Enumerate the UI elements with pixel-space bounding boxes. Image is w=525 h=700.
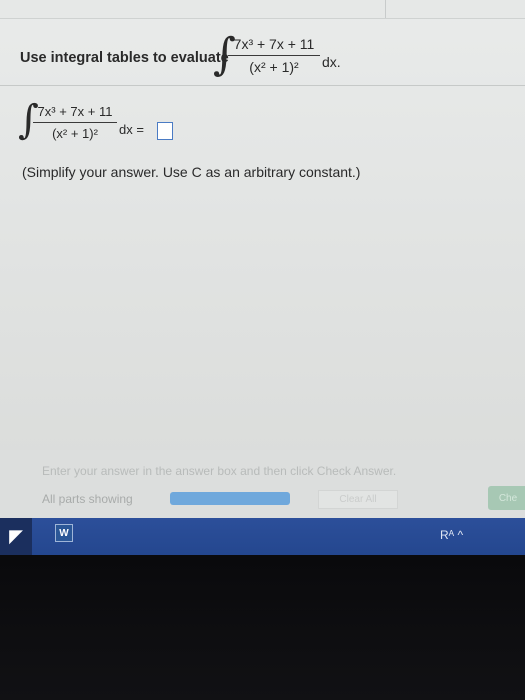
instruction-text: (Simplify your answer. Use C as an arbit…	[22, 164, 361, 180]
answer-input[interactable]	[157, 122, 173, 140]
answer-fraction-bar	[33, 122, 117, 123]
clear-all-button[interactable]: Clear All	[318, 490, 398, 509]
system-tray[interactable]: Rᴬ ^	[440, 528, 463, 542]
progress-bar	[170, 492, 290, 505]
question-differential: dx.	[322, 54, 341, 70]
answer-denominator: (x² + 1)²	[52, 126, 98, 141]
parts-label: All parts showing	[42, 492, 133, 506]
bottom-panel	[0, 450, 525, 520]
start-button[interactable]: ◤	[0, 518, 32, 555]
question-prompt: Use integral tables to evaluate	[20, 50, 229, 66]
hint-text: Enter your answer in the answer box and …	[42, 464, 397, 478]
question-separator	[0, 85, 525, 86]
answer-differential: dx =	[119, 122, 144, 137]
screen: Use integral tables to evaluate ∫ 7x³ + …	[0, 0, 525, 555]
question-denominator: (x² + 1)²	[249, 59, 299, 75]
monitor-bezel	[0, 555, 525, 700]
progress-fill	[170, 492, 290, 505]
question-fraction: 7x³ + 7x + 11 (x² + 1)²	[228, 36, 320, 75]
top-strip	[0, 0, 525, 19]
answer-numerator: 7x³ + 7x + 11	[37, 104, 113, 119]
question-numerator: 7x³ + 7x + 11	[233, 36, 315, 52]
top-divider	[385, 0, 386, 18]
fraction-bar	[228, 55, 320, 56]
check-answer-button[interactable]: Che	[488, 486, 525, 510]
word-app-icon[interactable]: W	[55, 524, 73, 542]
answer-fraction: 7x³ + 7x + 11 (x² + 1)²	[33, 104, 117, 141]
